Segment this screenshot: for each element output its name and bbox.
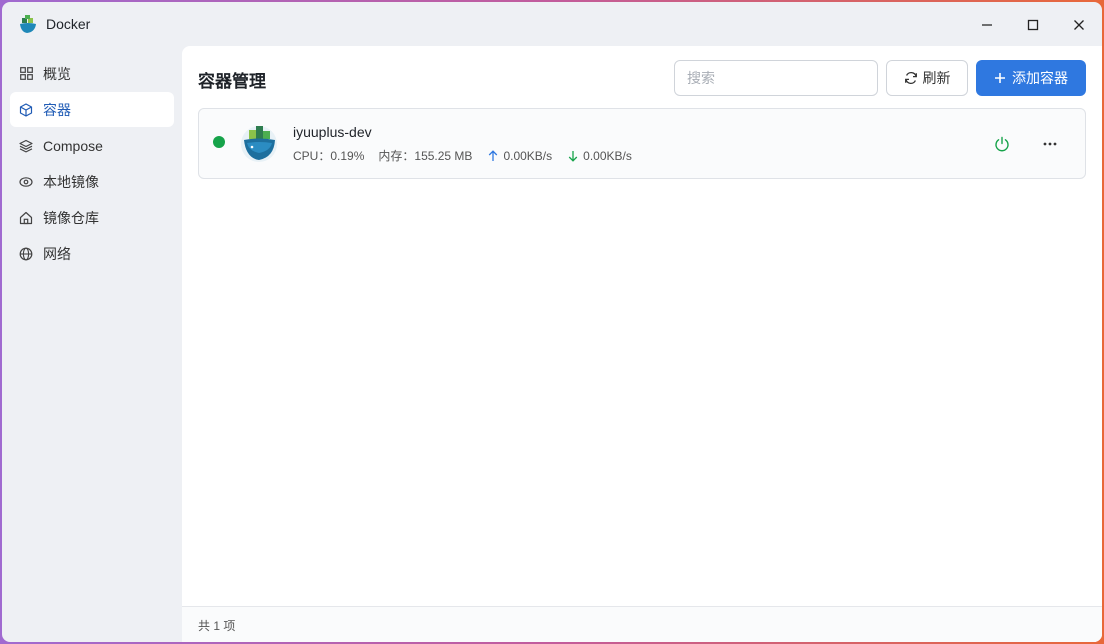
sidebar-item-image-registry[interactable]: 镜像仓库 [10, 200, 174, 235]
add-container-label: 添加容器 [1012, 70, 1068, 86]
maximize-button[interactable] [1018, 10, 1048, 40]
plus-icon [995, 73, 1005, 83]
more-options-button[interactable] [1039, 133, 1061, 155]
sidebar-item-label: 本地镜像 [43, 173, 99, 190]
container-logo-icon [241, 126, 277, 162]
container-name: iyuuplus-dev [293, 124, 372, 140]
upload-arrow-icon [489, 149, 498, 161]
sidebar: 概览 容器 Compose 本地镜像 镜像仓库 网络 [2, 46, 182, 642]
window-title: Docker [46, 16, 91, 32]
main-panel: 容器管理 刷新 添加容器 [182, 46, 1102, 642]
page-title: 容器管理 [198, 72, 266, 91]
eye-icon [19, 175, 33, 189]
minimize-icon [982, 24, 992, 26]
cube-icon [19, 102, 33, 117]
sidebar-item-label: 概览 [43, 65, 71, 82]
sidebar-item-label: Compose [43, 137, 103, 154]
memory-value: 155.25 MB [414, 148, 473, 163]
sidebar-item-overview[interactable]: 概览 [10, 56, 174, 91]
cpu-label: CPU： [293, 149, 331, 163]
globe-icon [19, 247, 33, 261]
sidebar-item-label: 网络 [43, 245, 71, 262]
close-button[interactable] [1064, 10, 1094, 40]
download-arrow-icon [568, 150, 578, 162]
upload-speed: 0.00KB/s [503, 148, 553, 163]
search-input[interactable] [674, 60, 878, 96]
sidebar-item-label: 容器 [43, 101, 71, 118]
footer: 共 1 项 [182, 606, 1102, 642]
layers-icon [19, 139, 33, 153]
more-horizontal-icon [1043, 142, 1057, 146]
grid-icon [19, 67, 33, 81]
maximize-icon [1027, 19, 1039, 31]
title-bar: Docker [2, 2, 1102, 46]
download-speed: 0.00KB/s [583, 148, 632, 163]
add-container-button[interactable]: 添加容器 [976, 60, 1086, 96]
sidebar-item-compose[interactable]: Compose [10, 128, 174, 163]
app-window: Docker 概览 容器 Compose 本地镜像 镜像仓库 网络 容器管理 搜… [2, 2, 1102, 642]
close-icon [1074, 20, 1084, 30]
cpu-value: 0.19% [330, 148, 365, 163]
home-icon [19, 211, 33, 225]
refresh-label: 刷新 [922, 70, 951, 86]
sidebar-item-local-images[interactable]: 本地镜像 [10, 164, 174, 199]
total-count: 共 1 项 [198, 619, 236, 633]
docker-logo-icon [20, 15, 36, 33]
minimize-button[interactable] [972, 10, 1002, 40]
status-running-indicator [213, 136, 225, 148]
container-stats: CPU： 0.19% 内存： 155.25 MB 0.00KB/s 0.00KB… [293, 147, 632, 164]
memory-label: 内存： [378, 149, 415, 163]
container-card[interactable]: iyuuplus-dev CPU： 0.19% 内存： 155.25 MB 0.… [198, 108, 1086, 179]
sidebar-item-network[interactable]: 网络 [10, 236, 174, 271]
refresh-icon [904, 71, 917, 85]
sidebar-item-containers[interactable]: 容器 [10, 92, 174, 127]
power-button[interactable] [991, 133, 1013, 155]
refresh-button[interactable]: 刷新 [886, 60, 968, 96]
sidebar-item-label: 镜像仓库 [43, 209, 99, 226]
power-icon [995, 136, 1009, 152]
